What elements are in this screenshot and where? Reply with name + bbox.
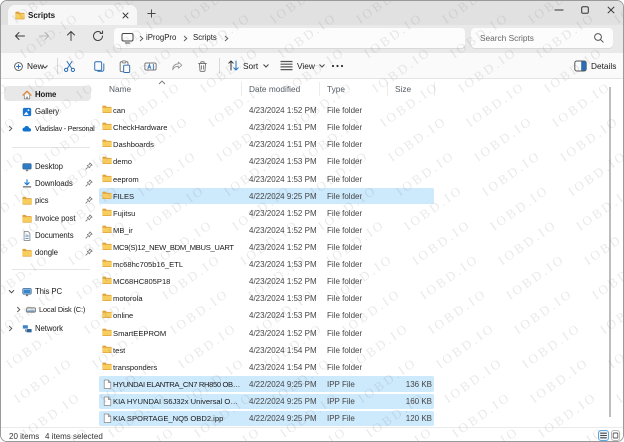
svg-text:IOBD.IO: IOBD.IO bbox=[613, 354, 624, 405]
